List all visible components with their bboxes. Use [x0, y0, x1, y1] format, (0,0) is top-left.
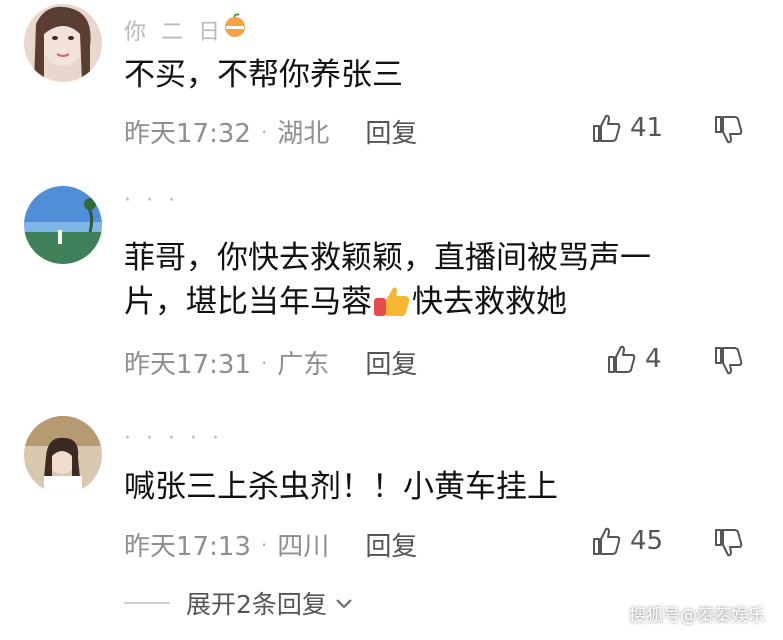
timestamp: 昨天17:31 [124, 350, 251, 380]
location: 广东 [277, 350, 330, 380]
orange-badge-icon [225, 13, 245, 37]
timestamp: 昨天17:13 [124, 532, 251, 562]
username[interactable]: · · · · · [124, 426, 223, 451]
reply-button[interactable]: 回复 [365, 113, 417, 150]
separator-dot: · [260, 532, 268, 557]
thumbs-up-emoji [374, 287, 410, 316]
comment-text-segment: 片，堪比当年马蓉 [124, 284, 372, 320]
comment-meta: 昨天17:13 · 四川 回复 [124, 526, 417, 563]
like-count: 41 [630, 113, 664, 143]
thumbs-up-icon [593, 114, 621, 142]
comment-text: 菲哥，你快去救颖颖，直播间被骂声一 片，堪比当年马蓉 快去救救她 [124, 236, 744, 324]
expand-replies-button[interactable]: 展开2条回复 [124, 585, 355, 621]
separator-dot: · [260, 119, 268, 144]
location: 湖北 [277, 119, 330, 149]
separator-dot: · [260, 350, 268, 375]
comment-text-line: 片，堪比当年马蓉 快去救救她 [124, 280, 744, 324]
chevron-down-icon [336, 599, 352, 609]
comment-text: 喊张三上杀虫剂！！小黄车挂上 [124, 469, 558, 505]
thumbs-down-icon[interactable] [712, 527, 744, 559]
like-count: 4 [645, 344, 662, 374]
comment-meta: 昨天17:32 · 湖北 回复 [124, 113, 417, 150]
like-button[interactable]: 45 [590, 525, 663, 557]
timestamp: 昨天17:32 [124, 119, 251, 149]
thumbs-down-icon[interactable] [712, 114, 744, 146]
comment-text-segment: 快去救救她 [412, 284, 567, 320]
reply-button[interactable]: 回复 [365, 344, 417, 381]
avatar[interactable] [24, 186, 102, 264]
like-button[interactable]: 4 [605, 343, 662, 375]
like-count: 45 [630, 526, 664, 556]
thumbs-down-icon[interactable] [712, 345, 744, 377]
comment-text-line: 菲哥，你快去救颖颖，直播间被骂声一 [124, 240, 651, 276]
avatar[interactable] [24, 416, 102, 494]
username[interactable]: · · · [124, 188, 179, 213]
like-button[interactable]: 41 [590, 112, 663, 144]
location: 四川 [277, 532, 330, 562]
watermark: 搜狐号@蓁蓁娱乐 [629, 606, 765, 626]
comment-meta: 昨天17:31 · 广东 回复 [124, 344, 417, 381]
expand-replies-label: 展开2条回复 [186, 590, 327, 619]
username[interactable]: 你 二 日 [124, 14, 224, 46]
comment-text: 不买，不帮你养张三 [124, 57, 403, 93]
reply-button[interactable]: 回复 [365, 526, 417, 563]
thumbs-up-icon [608, 345, 636, 373]
divider-line [124, 602, 170, 604]
thumbs-up-icon [593, 527, 621, 555]
avatar[interactable] [24, 4, 102, 82]
